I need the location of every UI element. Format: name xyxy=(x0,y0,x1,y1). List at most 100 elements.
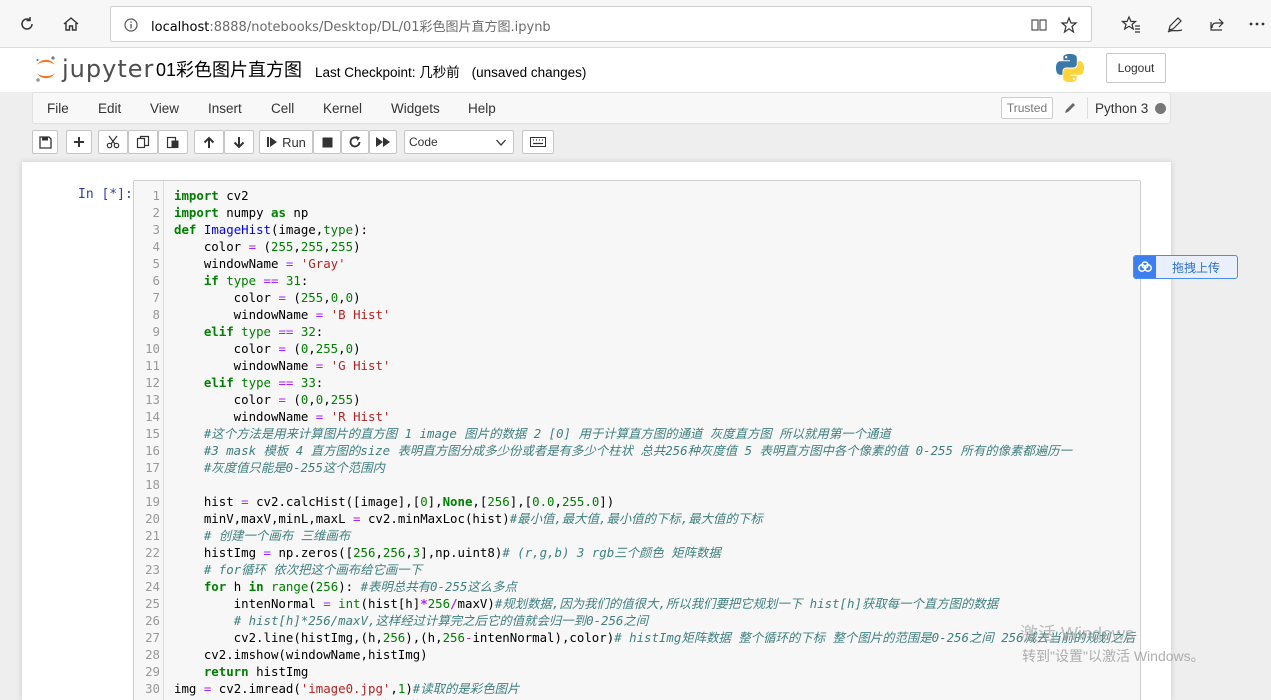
code-text: #灰度值只能是0-255这个范围内 xyxy=(203,460,385,475)
code-line[interactable]: 7 color = (255,0,0) xyxy=(134,289,1140,306)
refresh-button[interactable] xyxy=(12,9,42,39)
code-line[interactable]: 20 minV,maxV,minL,maxL = cv2.minMaxLoc(h… xyxy=(134,510,1140,527)
code-line[interactable]: 9 elif type == 32: xyxy=(134,323,1140,340)
move-down-button[interactable] xyxy=(224,130,254,154)
code-line[interactable]: 6 if type == 31: xyxy=(134,272,1140,289)
menu-widgets[interactable]: Widgets xyxy=(391,101,440,116)
menu-insert[interactable]: Insert xyxy=(208,101,242,116)
reading-view-icon[interactable] xyxy=(1029,15,1049,35)
menu-help[interactable]: Help xyxy=(468,101,496,116)
code-text: img = cv2.imread('image0.jpg',1)#读取的是彩色图… xyxy=(174,681,520,696)
save-icon xyxy=(38,135,52,149)
code-line[interactable]: 16 #3 mask 模板 4 直方图的size 表明直方图分成多少份或者是有多… xyxy=(134,442,1140,459)
keyboard-icon xyxy=(530,137,546,147)
menu-kernel[interactable]: Kernel xyxy=(323,101,362,116)
menu-file[interactable]: File xyxy=(47,101,69,116)
code-text: histImg = np.zeros([256,256,3],np.uint8)… xyxy=(174,545,721,560)
restart-kernel-button[interactable] xyxy=(341,130,369,154)
notebook-container: In [*]: 1 import cv2 2 import numpy as np 3 d… xyxy=(22,162,1171,700)
save-button[interactable] xyxy=(32,130,58,154)
copy-button[interactable] xyxy=(128,130,158,154)
code-line[interactable]: 17 #灰度值只能是0-255这个范围内 xyxy=(134,459,1140,476)
line-number: 27 xyxy=(145,630,160,645)
code-line[interactable]: 26 # hist[h]*256/maxV,这样经过计算完之后它的值就会归一到0… xyxy=(134,612,1140,629)
cell-prompt: In [*]: xyxy=(78,187,133,202)
code-line[interactable]: 11 windowName = 'G Hist' xyxy=(134,357,1140,374)
code-line[interactable]: 23 # for循环 依次把这个画布给它画一下 xyxy=(134,561,1140,578)
line-number: 21 xyxy=(145,528,160,543)
trusted-indicator[interactable]: Trusted xyxy=(1001,97,1053,119)
plus-icon xyxy=(74,137,84,147)
web-note-button[interactable] xyxy=(1160,9,1190,39)
jupyter-header: jupyter 01彩色图片直方图 Last Checkpoint: 几秒前 (… xyxy=(0,48,1271,92)
line-number: 15 xyxy=(145,426,160,441)
edit-pencil-icon[interactable] xyxy=(1063,101,1077,120)
code-line[interactable]: 28 cv2.imshow(windowName,histImg) xyxy=(134,646,1140,663)
code-text: return histImg xyxy=(203,664,309,679)
insert-cell-button[interactable] xyxy=(66,130,92,154)
line-number: 11 xyxy=(145,358,160,373)
code-line[interactable]: 15 #这个方法是用来计算图片的直方图 1 image 图片的数据 2 [0] … xyxy=(134,425,1140,442)
code-line[interactable]: 8 windowName = 'B Hist' xyxy=(134,306,1140,323)
line-number: 8 xyxy=(152,307,160,322)
code-line[interactable]: 18 xyxy=(134,476,1140,493)
code-line[interactable]: 1 import cv2 xyxy=(134,187,1140,204)
code-line[interactable]: 19 hist = cv2.calcHist([image],[0],None,… xyxy=(134,493,1140,510)
code-line[interactable]: 13 color = (0,0,255) xyxy=(134,391,1140,408)
drag-upload-widget[interactable]: 拖拽上传 xyxy=(1133,255,1238,279)
menu-edit[interactable]: Edit xyxy=(98,101,121,116)
code-line[interactable]: 25 intenNormal = int(hist[h]*256/maxV)#规… xyxy=(134,595,1140,612)
move-up-button[interactable] xyxy=(194,130,224,154)
interrupt-kernel-button[interactable] xyxy=(313,130,341,154)
scissors-icon xyxy=(106,135,120,149)
code-text: import cv2 xyxy=(174,188,249,203)
code-line[interactable]: 12 elif type == 33: xyxy=(134,374,1140,391)
code-line[interactable]: 24 for h in range(256): #表明总共有0-255这么多点 xyxy=(134,578,1140,595)
pen-icon xyxy=(1167,17,1183,33)
line-number: 3 xyxy=(152,222,160,237)
favorites-hub-button[interactable] xyxy=(1116,9,1146,39)
url-text[interactable]: localhost:8888/notebooks/Desktop/DL/01彩色… xyxy=(151,16,551,35)
menu-view[interactable]: View xyxy=(150,101,179,116)
url-path: :8888/notebooks/Desktop/DL/01彩色图片直方图.ipy… xyxy=(209,20,551,35)
line-number: 10 xyxy=(145,341,160,356)
step-forward-icon xyxy=(267,137,278,147)
more-button[interactable] xyxy=(1242,9,1271,39)
share-button[interactable] xyxy=(1202,9,1232,39)
cut-button[interactable] xyxy=(98,130,128,154)
code-line[interactable]: 10 color = (0,255,0) xyxy=(134,340,1140,357)
line-number: 5 xyxy=(152,256,160,271)
code-line[interactable]: 4 color = (255,255,255) xyxy=(134,238,1140,255)
command-palette-button[interactable] xyxy=(522,130,554,154)
code-line[interactable]: 14 windowName = 'R Hist' xyxy=(134,408,1140,425)
favorite-star-icon[interactable] xyxy=(1059,15,1079,35)
code-line[interactable]: 21 # 创建一个画布 三维画布 xyxy=(134,527,1140,544)
code-text: #3 mask 模板 4 直方图的size 表明直方图分成多少份或者是有多少个柱… xyxy=(203,443,1072,458)
menu-cell[interactable]: Cell xyxy=(271,101,294,116)
line-number: 14 xyxy=(145,409,160,424)
line-number: 26 xyxy=(145,613,160,628)
code-text: color = (0,255,0) xyxy=(174,341,361,356)
jupyter-wordmark: jupyter xyxy=(62,55,155,83)
code-line[interactable]: 3 def ImageHist(image,type): xyxy=(134,221,1140,238)
code-line[interactable]: 5 windowName = 'Gray' xyxy=(134,255,1140,272)
fast-forward-icon xyxy=(376,137,390,147)
kernel-name[interactable]: Python 3 xyxy=(1095,101,1148,116)
code-line[interactable]: 22 histImg = np.zeros([256,256,3],np.uin… xyxy=(134,544,1140,561)
paste-button[interactable] xyxy=(158,130,188,154)
notebook-title[interactable]: 01彩色图片直方图 xyxy=(156,56,302,82)
favorites-hub-icon xyxy=(1121,15,1140,33)
logout-button[interactable]: Logout xyxy=(1106,53,1166,83)
code-line[interactable]: 30 img = cv2.imread('image0.jpg',1)#读取的是彩… xyxy=(134,680,1140,697)
address-bar[interactable]: localhost:8888/notebooks/Desktop/DL/01彩色… xyxy=(110,6,1092,42)
code-cell-editor[interactable]: 1 import cv2 2 import numpy as np 3 def Image… xyxy=(133,180,1141,700)
code-line[interactable]: 27 cv2.line(histImg,(h,256),(h,256-inten… xyxy=(134,629,1140,646)
jupyter-logo[interactable]: jupyter xyxy=(34,54,154,84)
code-line[interactable]: 2 import numpy as np xyxy=(134,204,1140,221)
cell-type-select[interactable]: Code xyxy=(404,130,514,154)
run-button[interactable]: Run xyxy=(259,130,313,154)
home-button[interactable] xyxy=(56,9,86,39)
restart-run-all-button[interactable] xyxy=(369,130,397,154)
code-line[interactable]: 29 return histImg xyxy=(134,663,1140,680)
checkpoint-status: Last Checkpoint: 几秒前 (unsaved changes) xyxy=(315,61,594,81)
